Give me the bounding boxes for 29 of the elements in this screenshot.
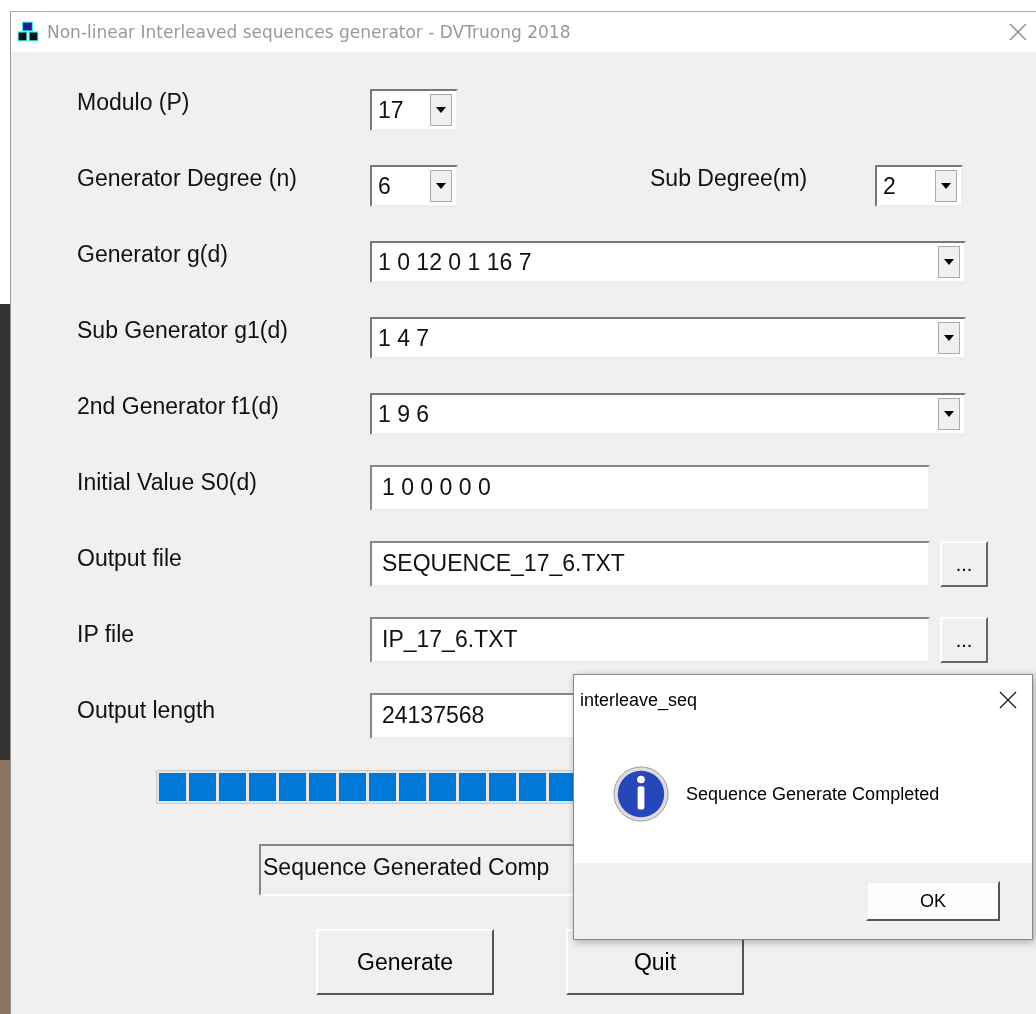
- dialog-title: interleave_seq: [580, 689, 698, 711]
- field-label: 2nd Generator f1(d): [77, 392, 280, 420]
- dropdown-field[interactable]: 2: [875, 165, 963, 207]
- dropdown-field[interactable]: 6: [370, 165, 458, 207]
- field-label: Generator g(d): [77, 240, 229, 268]
- dropdown-field[interactable]: 1 0 12 0 1 16 7: [370, 241, 966, 283]
- field-label: Output length: [77, 696, 217, 724]
- dropdown-field[interactable]: 1 4 7: [370, 317, 966, 359]
- field-label: Output file: [77, 544, 183, 572]
- dialog-message: Sequence Generate Completed: [686, 783, 940, 805]
- field-label: Sub Degree(m): [650, 164, 809, 192]
- app-icon: [17, 21, 39, 43]
- dropdown-field[interactable]: 17: [370, 89, 458, 131]
- ok-button[interactable]: OK: [866, 881, 1000, 921]
- text-field[interactable]: IP_17_6.TXT: [370, 617, 930, 663]
- field-label: Sub Generator g1(d): [77, 316, 289, 344]
- browse-button[interactable]: ...: [940, 541, 988, 587]
- action-button[interactable]: Generate: [316, 929, 494, 995]
- browse-button[interactable]: ...: [940, 617, 988, 663]
- field-label: Generator Degree (n): [77, 164, 298, 192]
- dropdown-field[interactable]: 1 9 6: [370, 393, 966, 435]
- field-label: IP file: [77, 620, 136, 648]
- text-field[interactable]: 1 0 0 0 0 0: [370, 465, 930, 511]
- field-label: Initial Value S0(d): [77, 468, 258, 496]
- text-field[interactable]: SEQUENCE_17_6.TXT: [370, 541, 930, 587]
- field-label: Modulo (P): [77, 88, 191, 116]
- close-icon[interactable]: [998, 690, 1018, 710]
- info-icon: [612, 765, 670, 823]
- window-title: Non-linear Interleaved sequences generator - DVTruong 2018: [47, 22, 572, 42]
